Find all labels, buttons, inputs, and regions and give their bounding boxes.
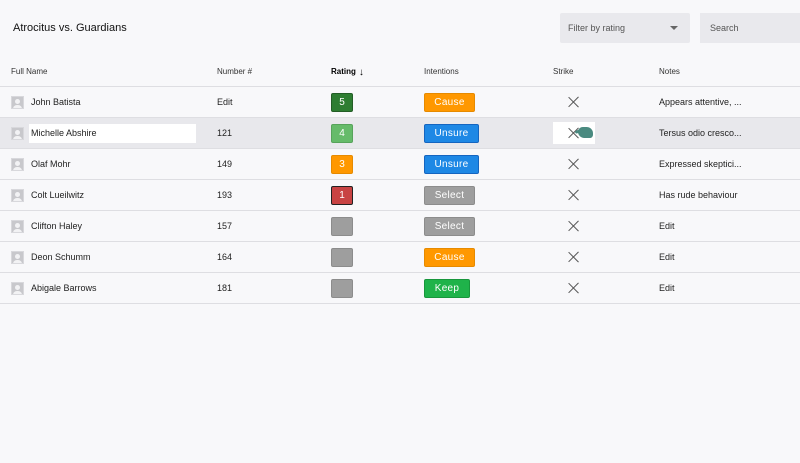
avatar-icon (11, 126, 24, 140)
table-row[interactable]: Colt Lueilwitz 193 1 Select Has rude beh… (0, 180, 800, 211)
column-header-rating-label: Rating (331, 67, 356, 76)
notes-cell[interactable]: Appears attentive, ... (659, 87, 742, 117)
full-name: Clifton Haley (31, 221, 83, 231)
notes-cell[interactable]: Expressed skeptici... (659, 149, 742, 179)
caret-down-icon (670, 26, 678, 30)
table-row[interactable]: Deon Schumm 164 Cause Edit (0, 242, 800, 273)
number-cell[interactable]: 149 (217, 149, 232, 179)
table-row[interactable]: John Batista Edit 5 Cause Appears attent… (0, 87, 800, 118)
table-row[interactable]: Michelle Abshire 121 4 Unsure Tersus odi… (0, 118, 800, 149)
avatar-icon (11, 188, 24, 202)
rating-badge[interactable] (331, 216, 353, 236)
rating-badge[interactable]: 5 (331, 92, 353, 112)
close-icon (568, 96, 580, 108)
sort-arrow-down-icon: ↓ (358, 67, 364, 78)
close-icon (568, 189, 580, 201)
avatar-icon (11, 250, 24, 264)
notes-cell[interactable]: Edit (659, 273, 675, 303)
column-header-number[interactable]: Number # (217, 67, 252, 76)
name-cell[interactable]: Deon Schumm (11, 242, 91, 272)
intention-button[interactable]: Select (424, 185, 475, 205)
filter-by-rating-dropdown[interactable]: Filter by rating (560, 13, 690, 43)
name-cell[interactable]: Abigale Barrows (11, 273, 97, 303)
avatar-icon (11, 95, 24, 109)
rating-badge[interactable]: 4 (331, 123, 353, 143)
strike-button[interactable] (560, 149, 588, 179)
strike-button[interactable] (560, 87, 588, 117)
table-row[interactable]: Abigale Barrows 181 Keep Edit (0, 273, 800, 304)
hand-cursor-icon (578, 127, 593, 138)
number-cell[interactable]: 181 (217, 273, 232, 303)
page-title: Atrocitus vs. Guardians (13, 22, 127, 34)
table-header: Full Name Number # Rating ↓ Intentions St… (0, 58, 800, 87)
full-name-field[interactable]: Michelle Abshire (29, 123, 196, 143)
rating-badge[interactable]: 3 (331, 154, 353, 174)
intention-button[interactable]: Cause (424, 247, 475, 267)
column-header-notes[interactable]: Notes (659, 67, 680, 76)
full-name: Olaf Mohr (31, 159, 71, 169)
search-box[interactable] (700, 13, 800, 43)
close-icon (568, 220, 580, 232)
intention-button[interactable]: Unsure (424, 123, 479, 143)
rating-badge[interactable]: 1 (331, 185, 353, 205)
rating-badge[interactable] (331, 247, 353, 267)
search-input[interactable] (708, 22, 792, 34)
name-cell[interactable]: Michelle Abshire (11, 118, 196, 148)
column-header-rating[interactable]: Rating ↓ (331, 67, 364, 78)
full-name: John Batista (31, 97, 81, 107)
number-cell[interactable]: 193 (217, 180, 232, 210)
column-header-strike[interactable]: Strike (553, 67, 573, 76)
name-cell[interactable]: John Batista (11, 87, 81, 117)
filter-placeholder: Filter by rating (568, 23, 626, 33)
intention-button[interactable]: Unsure (424, 154, 479, 174)
name-cell[interactable]: Colt Lueilwitz (11, 180, 84, 210)
intention-button[interactable]: Select (424, 216, 475, 236)
full-name: Abigale Barrows (31, 283, 97, 293)
number-cell[interactable]: 164 (217, 242, 232, 272)
full-name: Michelle Abshire (31, 128, 97, 138)
notes-cell[interactable]: Tersus odio cresco... (659, 118, 742, 148)
table-row[interactable]: Clifton Haley 157 Select Edit (0, 211, 800, 242)
column-header-intentions[interactable]: Intentions (424, 67, 459, 76)
number-cell[interactable]: Edit (217, 87, 233, 117)
strike-button[interactable] (560, 211, 588, 241)
avatar-icon (11, 281, 24, 295)
notes-cell[interactable]: Has rude behaviour (659, 180, 738, 210)
intention-button[interactable]: Cause (424, 92, 475, 112)
close-icon (568, 158, 580, 170)
strike-button[interactable] (560, 242, 588, 272)
notes-cell[interactable]: Edit (659, 211, 675, 241)
table-row[interactable]: Olaf Mohr 149 3 Unsure Expressed skeptic… (0, 149, 800, 180)
column-header-full-name[interactable]: Full Name (11, 67, 47, 76)
rating-badge[interactable] (331, 278, 353, 298)
notes-cell[interactable]: Edit (659, 242, 675, 272)
name-cell[interactable]: Olaf Mohr (11, 149, 71, 179)
intention-button[interactable]: Keep (424, 278, 470, 298)
close-icon (568, 251, 580, 263)
avatar-icon (11, 219, 24, 233)
full-name: Colt Lueilwitz (31, 190, 85, 200)
strike-button[interactable] (560, 273, 588, 303)
full-name: Deon Schumm (31, 252, 91, 262)
avatar-icon (11, 157, 24, 171)
close-icon (568, 282, 580, 294)
name-cell[interactable]: Clifton Haley (11, 211, 82, 241)
number-cell[interactable]: 157 (217, 211, 232, 241)
strike-button[interactable] (560, 180, 588, 210)
number-cell[interactable]: 121 (217, 118, 232, 148)
